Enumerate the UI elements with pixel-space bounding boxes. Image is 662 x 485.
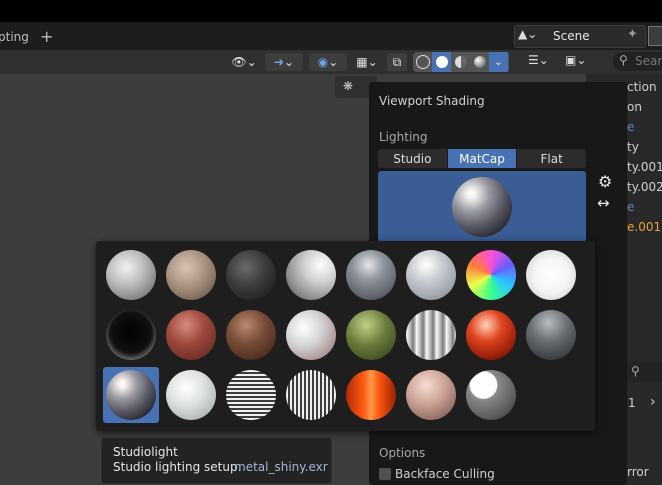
outliner-row[interactable]: ction bbox=[627, 80, 657, 94]
search-field[interactable]: ⚲ bbox=[627, 362, 662, 382]
matcap-item[interactable] bbox=[403, 367, 459, 423]
popover-title: Viewport Shading bbox=[379, 94, 485, 108]
matcap-sphere bbox=[286, 370, 336, 420]
lighting-label: Lighting bbox=[379, 130, 428, 144]
outliner-row[interactable]: ty bbox=[627, 140, 639, 154]
tooltip-label: Studio lighting setup: bbox=[113, 460, 242, 474]
matcap-item[interactable] bbox=[163, 247, 219, 303]
frame-value[interactable]: 1 bbox=[628, 396, 636, 410]
matcap-sphere bbox=[166, 370, 216, 420]
add-workspace-button[interactable]: + bbox=[40, 27, 53, 46]
gizmo-icon[interactable]: ➜ ⌄ bbox=[265, 53, 303, 71]
search-placeholder: Sear bbox=[635, 54, 662, 68]
shading-mode-group: ⌄ bbox=[413, 52, 509, 72]
matcap-item[interactable] bbox=[463, 247, 519, 303]
outliner-row[interactable]: on bbox=[627, 100, 642, 114]
matcap-sphere bbox=[526, 250, 576, 300]
matcap-sphere bbox=[466, 370, 516, 420]
xray-icon[interactable]: ⧉ bbox=[387, 53, 407, 71]
new-scene-icon[interactable] bbox=[648, 26, 662, 46]
gear-icon[interactable]: ⚙ bbox=[598, 172, 612, 191]
matcap-sphere bbox=[526, 310, 576, 360]
tooltip-title: Studiolight bbox=[113, 445, 178, 459]
display-mode-icon[interactable]: ▣⌄ bbox=[565, 53, 586, 67]
outliner-search[interactable]: ⚲ Sear bbox=[613, 52, 662, 71]
matcap-sphere bbox=[346, 370, 396, 420]
solid-shading-icon[interactable] bbox=[432, 52, 451, 72]
matcap-sphere bbox=[226, 370, 276, 420]
outliner-row[interactable]: e bbox=[627, 200, 634, 214]
matcap-item[interactable] bbox=[343, 307, 399, 363]
matcap-sphere bbox=[106, 370, 156, 420]
lighting-tab-matcap[interactable]: MatCap bbox=[447, 149, 518, 168]
pin-icon[interactable]: ✦ bbox=[627, 27, 638, 42]
workspace-tab-scripting[interactable]: pting bbox=[0, 30, 29, 44]
outliner-row[interactable]: ty.002 bbox=[627, 180, 662, 194]
matcap-item[interactable] bbox=[223, 307, 279, 363]
matcap-item[interactable] bbox=[223, 247, 279, 303]
matcap-item[interactable] bbox=[283, 307, 339, 363]
matcap-item[interactable] bbox=[463, 367, 519, 423]
matcap-item[interactable] bbox=[103, 307, 159, 363]
matcap-item[interactable] bbox=[223, 367, 279, 423]
chevron-right-icon[interactable]: › bbox=[650, 394, 656, 410]
scene-icon[interactable]: ▲⌄ bbox=[518, 27, 537, 41]
matcap-sphere bbox=[106, 310, 156, 360]
butterfly-icon[interactable]: ❋ bbox=[343, 79, 353, 93]
outliner-row[interactable]: e bbox=[627, 120, 634, 134]
overlay-icon[interactable]: ◉ ⌄ bbox=[309, 53, 347, 71]
scene-name[interactable]: Scene bbox=[553, 29, 590, 43]
outliner-row[interactable]: ty.001 bbox=[627, 160, 662, 174]
status-text: rror bbox=[627, 465, 649, 479]
matcap-item[interactable] bbox=[523, 307, 579, 363]
matcap-sphere bbox=[226, 310, 276, 360]
outliner-row[interactable]: e.001 bbox=[627, 220, 661, 234]
backface-culling-checkbox[interactable] bbox=[379, 468, 391, 480]
matcap-sphere bbox=[286, 250, 336, 300]
matcap-item[interactable] bbox=[163, 307, 219, 363]
matcap-sphere bbox=[406, 250, 456, 300]
options-label: Options bbox=[379, 446, 426, 460]
material-shading-icon[interactable] bbox=[451, 52, 470, 72]
matcap-sphere bbox=[466, 310, 516, 360]
matcap-item[interactable] bbox=[343, 247, 399, 303]
matcap-sphere bbox=[106, 250, 156, 300]
lighting-tab-flat[interactable]: Flat bbox=[517, 149, 586, 168]
top-bar bbox=[0, 0, 662, 22]
search-icon: ⚲ bbox=[631, 364, 640, 378]
matcap-sphere bbox=[406, 310, 456, 360]
matcap-sphere bbox=[466, 250, 516, 300]
matcap-sphere bbox=[166, 310, 216, 360]
matcap-sphere bbox=[226, 250, 276, 300]
matcap-item[interactable] bbox=[163, 367, 219, 423]
matcap-item[interactable] bbox=[403, 307, 459, 363]
matcap-item[interactable] bbox=[403, 247, 459, 303]
matcap-sphere bbox=[166, 250, 216, 300]
matcap-item[interactable] bbox=[283, 247, 339, 303]
matcap-item[interactable] bbox=[463, 307, 519, 363]
matcap-item[interactable] bbox=[103, 247, 159, 303]
rendered-shading-icon[interactable] bbox=[470, 52, 489, 72]
backface-culling-label[interactable]: Backface Culling bbox=[395, 467, 495, 481]
matcap-sphere bbox=[346, 310, 396, 360]
shading-dropdown-icon[interactable]: ⌄ bbox=[489, 52, 508, 72]
search-icon: ⚲ bbox=[619, 53, 628, 67]
matcap-sphere bbox=[406, 370, 456, 420]
snap-icon[interactable]: ▦⌄ bbox=[352, 53, 382, 71]
visibility-icon[interactable]: 👁⌄ bbox=[230, 53, 258, 71]
matcap-sphere bbox=[286, 310, 336, 360]
matcap-preview-sphere[interactable] bbox=[452, 177, 512, 237]
matcap-item[interactable] bbox=[103, 367, 159, 423]
matcap-item[interactable] bbox=[523, 247, 579, 303]
outliner-header: ☰⌄ ▣⌄ ⚲ Sear bbox=[515, 50, 662, 74]
matcap-sphere bbox=[346, 250, 396, 300]
lighting-tab-studio[interactable]: Studio bbox=[378, 149, 448, 168]
lighting-mode-tabs: Studio MatCap Flat bbox=[378, 149, 586, 168]
editor-type-icon[interactable]: ☰⌄ bbox=[528, 53, 549, 67]
matcap-item[interactable] bbox=[343, 367, 399, 423]
tooltip-value: metal_shiny.exr bbox=[234, 460, 328, 474]
matcap-item[interactable] bbox=[283, 367, 339, 423]
flip-horizontal-icon[interactable]: ↔ bbox=[597, 194, 610, 212]
wireframe-shading-icon[interactable] bbox=[413, 52, 432, 72]
